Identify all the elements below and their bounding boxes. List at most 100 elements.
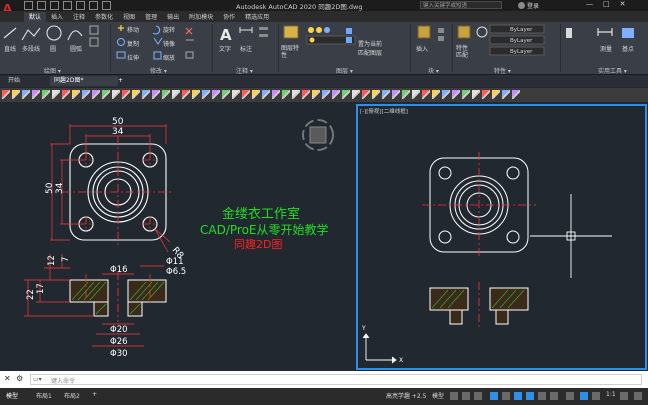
- redo-icon[interactable]: [102, 1, 111, 10]
- toolbar-tool-icon[interactable]: [482, 90, 490, 99]
- layer-properties-label[interactable]: 图层特性: [281, 45, 301, 59]
- toolbar-tool-icon[interactable]: [232, 90, 240, 99]
- toolbar-tool-icon[interactable]: [22, 90, 30, 99]
- toolbar-tool-icon[interactable]: [42, 90, 50, 99]
- toolbar-tool-icon[interactable]: [492, 90, 500, 99]
- undo-icon[interactable]: [89, 1, 98, 10]
- polar-icon[interactable]: [490, 392, 498, 400]
- toolbar-tool-icon[interactable]: [442, 90, 450, 99]
- toolbar-tool-icon[interactable]: [512, 90, 520, 99]
- stretch-tool-label[interactable]: 拉伸: [127, 53, 139, 62]
- toolbar-tool-icon[interactable]: [372, 90, 380, 99]
- lineweight-icon[interactable]: [538, 392, 546, 400]
- viewport-scale[interactable]: 1:1: [606, 391, 616, 398]
- toolbar-tool-icon[interactable]: [382, 90, 390, 99]
- toolbar-tool-icon[interactable]: [72, 90, 80, 99]
- command-input[interactable]: ▭▾ 键入命令: [30, 374, 642, 385]
- toolbar-tool-icon[interactable]: [472, 90, 480, 99]
- toolbar-tool-icon[interactable]: [162, 90, 170, 99]
- workspace-icon[interactable]: [620, 392, 628, 400]
- toolbar-tool-icon[interactable]: [242, 90, 250, 99]
- arc-tool-label[interactable]: 圆弧: [70, 44, 82, 53]
- toolbar-tool-icon[interactable]: [182, 90, 190, 99]
- plot-icon[interactable]: [76, 1, 85, 10]
- base-point-label[interactable]: 基点: [622, 44, 634, 53]
- toolbar-tool-icon[interactable]: [502, 90, 510, 99]
- line-tool-label[interactable]: 直线: [4, 44, 16, 53]
- toolbar-tool-icon[interactable]: [422, 90, 430, 99]
- toolbar-tool-icon[interactable]: [12, 90, 20, 99]
- mirror-tool-label[interactable]: 镜像: [163, 39, 175, 48]
- toolbar-tool-icon[interactable]: [402, 90, 410, 99]
- toolbar-tool-icon[interactable]: [262, 90, 270, 99]
- color-value[interactable]: ByLayer: [510, 27, 532, 33]
- toolbar-tool-icon[interactable]: [122, 90, 130, 99]
- toolbar-tool-icon[interactable]: [342, 90, 350, 99]
- add-layout-button[interactable]: +: [92, 391, 97, 398]
- toolbar-tool-icon[interactable]: [362, 90, 370, 99]
- toolbar-tool-icon[interactable]: [252, 90, 260, 99]
- object-snap-tracking-icon[interactable]: [514, 392, 522, 400]
- toolbar-tool-icon[interactable]: [462, 90, 470, 99]
- customize-icon[interactable]: ⚙: [16, 374, 23, 383]
- lineweight-value[interactable]: ByLayer: [510, 49, 532, 55]
- toolbar-tool-icon[interactable]: [32, 90, 40, 99]
- move-tool-label[interactable]: 移动: [127, 25, 139, 34]
- polyline-tool-label[interactable]: 多段线: [22, 44, 40, 53]
- toolbar-tool-icon[interactable]: [142, 90, 150, 99]
- toolbar-tool-icon[interactable]: [432, 90, 440, 99]
- customization-menu-icon[interactable]: [634, 392, 642, 400]
- selection-cycling-icon[interactable]: [566, 392, 574, 400]
- insert-label[interactable]: 插入: [416, 44, 428, 53]
- toolbar-tool-icon[interactable]: [132, 90, 140, 99]
- sign-in-label[interactable]: 登录: [527, 1, 539, 10]
- annotation-scale[interactable]: 高亮学趣 +2.5: [386, 391, 426, 400]
- rotate-tool-label[interactable]: 旋转: [163, 25, 175, 34]
- toolbar-tool-icon[interactable]: [2, 90, 10, 99]
- search-input[interactable]: 键入关键字或短语: [420, 1, 502, 9]
- minimize-button[interactable]: —: [586, 0, 593, 8]
- toolbar-tool-icon[interactable]: [102, 90, 110, 99]
- toolbar-tool-icon[interactable]: [202, 90, 210, 99]
- toolbar-tool-icon[interactable]: [302, 90, 310, 99]
- toolbar-tool-icon[interactable]: [192, 90, 200, 99]
- new-file-icon[interactable]: [24, 1, 33, 10]
- match-properties-label[interactable]: 特性匹配: [456, 45, 470, 59]
- text-tool-label[interactable]: 文字: [219, 44, 231, 53]
- panel-modify-label[interactable]: 修改 ▾: [150, 66, 167, 75]
- save-as-icon[interactable]: [63, 1, 72, 10]
- panel-block-label[interactable]: 块 ▾: [428, 66, 439, 75]
- set-current-label[interactable]: 置为当前: [358, 39, 382, 48]
- toolbar-tool-icon[interactable]: [272, 90, 280, 99]
- object-snap-icon[interactable]: [526, 392, 534, 400]
- panel-utilities-label[interactable]: 实用工具 ▾: [598, 66, 627, 75]
- layout-tab-1[interactable]: 布局1: [36, 391, 52, 400]
- isodraft-icon[interactable]: [502, 392, 510, 400]
- copy-tool-label[interactable]: 复制: [127, 39, 139, 48]
- linetype-value[interactable]: ByLayer: [510, 38, 532, 44]
- circle-tool-label[interactable]: 圆: [50, 44, 56, 53]
- close-command-icon[interactable]: ✕: [4, 374, 11, 383]
- toolbar-tool-icon[interactable]: [392, 90, 400, 99]
- open-file-icon[interactable]: [37, 1, 46, 10]
- toolbar-tool-icon[interactable]: [92, 90, 100, 99]
- layout-tab-model[interactable]: 模型: [6, 391, 18, 400]
- maximize-button[interactable]: □: [603, 0, 610, 8]
- file-tab-drawing[interactable]: 同趣2D图*: [50, 76, 118, 86]
- scale-tool-label[interactable]: 缩放: [163, 53, 175, 62]
- panel-layers-label[interactable]: 图层 ▾: [336, 66, 353, 75]
- panel-annotation-label[interactable]: 注释 ▾: [236, 66, 253, 75]
- toolbar-tool-icon[interactable]: [152, 90, 160, 99]
- toolbar-tool-icon[interactable]: [282, 90, 290, 99]
- layout-tab-2[interactable]: 布局2: [64, 391, 80, 400]
- user-icon[interactable]: [518, 2, 525, 9]
- toolbar-tool-icon[interactable]: [322, 90, 330, 99]
- save-icon[interactable]: [50, 1, 59, 10]
- toolbar-tool-icon[interactable]: [222, 90, 230, 99]
- file-tab-start[interactable]: 开始: [4, 76, 25, 86]
- close-button[interactable]: ✕: [620, 0, 626, 8]
- toolbar-tool-icon[interactable]: [52, 90, 60, 99]
- toolbar-tool-icon[interactable]: [452, 90, 460, 99]
- toolbar-tool-icon[interactable]: [312, 90, 320, 99]
- toolbar-tool-icon[interactable]: [172, 90, 180, 99]
